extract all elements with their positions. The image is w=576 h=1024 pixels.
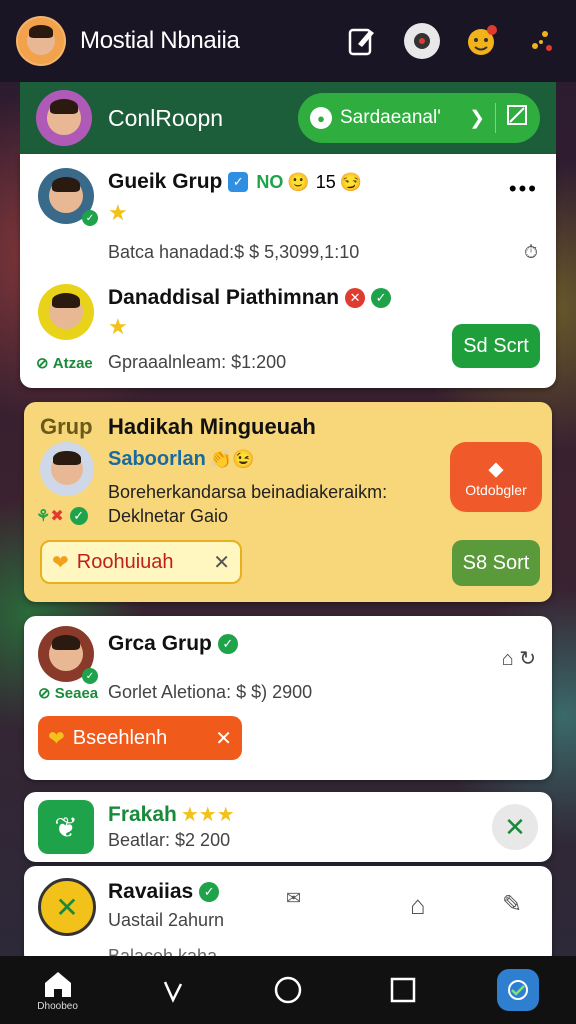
recents-button[interactable] — [373, 960, 433, 1020]
group-logo-icon[interactable]: ✕ — [38, 878, 96, 936]
chip-label: Roohuiuah — [76, 550, 174, 573]
member-avatar[interactable]: ✓ — [38, 168, 98, 226]
status-dot-icon-2: ⊘ — [38, 685, 55, 702]
sort-button[interactable]: Sd Scrt — [452, 324, 540, 368]
group-card-2[interactable]: Grup Hadikah Mingueuah Saboorlan 👏😉 Bore… — [24, 402, 552, 602]
member-avatar-3[interactable] — [40, 442, 94, 496]
group-name-4: Frakah — [108, 802, 177, 826]
home-circle-button[interactable] — [258, 960, 318, 1020]
chip-label-2: Bseehlenh — [72, 726, 168, 749]
status-text: Atzae — [52, 354, 93, 372]
check-badge-icon: ✓ — [371, 288, 392, 308]
group-name: Hadikah Mingueuah — [108, 414, 316, 439]
leaf-app-icon[interactable]: ❦ — [38, 800, 94, 854]
detail-text-5: Uastail 2ahurn — [108, 910, 225, 930]
game-controller-icon[interactable] — [404, 23, 440, 59]
group-card-3[interactable]: ✓ Grca Grup ✓ ⌂ ↻ ⊘ Seaea Gorlet Aletion… — [24, 616, 552, 780]
group-card-1[interactable]: ✓ Gueik Grup ✓ NO 🙂 15 😏 ••• ★ Batca han… — [20, 154, 556, 388]
offer-label: Otdobgler — [465, 482, 527, 498]
square-icon — [390, 977, 416, 1003]
group-label: Grup — [40, 414, 93, 439]
member-name-2: Danaddisal Piathimnan — [108, 286, 340, 309]
check-badge-icon-2: ✓ — [69, 507, 88, 525]
status-label: NO — [256, 171, 284, 192]
star-icon-2: ★ — [108, 314, 128, 339]
group-card-4[interactable]: ❦ Frakah ★★★ Beatlar: $2 200 ✕ — [24, 792, 552, 862]
amount-text: Gpraaalnleam: $1:200 — [108, 352, 287, 372]
star-icon: ★ — [108, 200, 128, 225]
message-icon[interactable]: ✉ — [286, 888, 301, 909]
group-title: ConlRoopn — [108, 104, 224, 131]
member-avatar-4[interactable]: ✓ — [38, 626, 98, 684]
profile-avatar[interactable] — [16, 16, 66, 66]
x-mark-icon: ✖ — [50, 508, 64, 525]
group-header: ConlRoopn ● Sardaeanal' ❯ — [20, 82, 556, 154]
assistant-button[interactable] — [488, 960, 548, 1020]
group-name-3: Grca Grup — [108, 632, 212, 655]
amount-text-3: Gorlet Aletiona: $ $) 2900 — [108, 682, 313, 702]
top-bar: Mostial Nbnaiia — [0, 0, 576, 82]
chevron-right-icon: ❯ — [469, 107, 485, 129]
chart-icon[interactable] — [506, 104, 528, 132]
verified-badge-icon: ✓ — [228, 172, 249, 192]
home-icon — [44, 971, 71, 997]
back-button[interactable] — [143, 960, 203, 1020]
description-line-1: Boreherkandarsa beinadiakeraikm: — [108, 482, 388, 502]
group-action-pill[interactable]: ● Sardaeanal' ❯ — [298, 93, 540, 143]
group-avatar[interactable] — [36, 90, 92, 146]
home-button[interactable]: Dhoobeo — [28, 960, 88, 1020]
emoji-icon: 🙂 — [287, 171, 310, 192]
lock-icon: ● — [310, 107, 332, 129]
circle-icon — [274, 976, 302, 1004]
tag-icon: ⬥ — [488, 456, 504, 481]
bottom-nav-bar: Dhoobeo — [0, 956, 576, 1024]
emoji-icon-3: 👏😉 — [209, 449, 255, 469]
tag-chip[interactable]: ❤ Roohuiuah ✕ — [40, 540, 242, 584]
heart-icon: ❤ — [52, 551, 69, 574]
sparkle-icon[interactable] — [524, 23, 560, 59]
edit-icon[interactable] — [344, 23, 380, 59]
group-card-5[interactable]: ✕ Ravaiias ✓ Uastail 2ahurn ✉ ⌂ ✎ Balace… — [24, 866, 552, 966]
member-avatar-2[interactable] — [38, 284, 94, 340]
amount-text-4: Beatlar: $2 200 — [108, 830, 231, 850]
heart-icon-2: ❤ — [48, 727, 65, 750]
leaf-icon: ⚘ — [36, 508, 51, 525]
member-name: Gueik Grup — [108, 170, 223, 193]
member-subname: Saboorlan — [108, 448, 206, 470]
tag-chip-2[interactable]: ❤ Bseehlenh ✕ — [38, 716, 242, 760]
status-text-3: Seaea — [54, 684, 99, 702]
more-options-icon[interactable]: ••• — [509, 176, 538, 202]
dismiss-button[interactable]: ✕ — [492, 804, 538, 850]
back-icon — [163, 981, 182, 1003]
pill-divider — [495, 103, 496, 133]
pencil-icon[interactable]: ✎ — [502, 890, 522, 919]
group-name-5: Ravaiias — [108, 880, 194, 903]
balance-text: Batca hanadad:$ $ 5,3099,1:10 — [108, 242, 360, 262]
share-icon[interactable]: ⌂ ↻ — [502, 646, 536, 671]
description-line-2: Deklnetar Gaio — [108, 506, 229, 526]
emoji-notification-icon[interactable] — [464, 23, 500, 59]
app-title: Mostial Nbnaiia — [80, 27, 240, 54]
assistant-icon — [497, 969, 540, 1011]
rating-stars-icon: ★★★ — [180, 804, 235, 826]
home-label: Dhoobeo — [37, 1000, 78, 1012]
check-badge-icon-3: ✓ — [217, 634, 238, 654]
status-dot-icon: ⊘ — [36, 355, 53, 372]
emoji-icon-2: 😏 — [339, 171, 363, 192]
sort-button-2[interactable]: S8 Sort — [452, 540, 540, 586]
offer-badge[interactable]: ⬥ Otdobgler — [450, 442, 542, 512]
close-icon[interactable]: ✕ — [213, 550, 230, 575]
member-count: 15 — [315, 171, 336, 192]
clock-icon[interactable]: ⏱ — [524, 242, 538, 263]
lock-shop-icon[interactable]: ⌂ — [410, 890, 426, 921]
check-badge-icon-5: ✓ — [199, 882, 220, 902]
error-badge-icon: ✕ — [345, 288, 366, 308]
close-icon-2[interactable]: ✕ — [215, 726, 232, 751]
pill-label: Sardaeanal' — [340, 107, 441, 128]
